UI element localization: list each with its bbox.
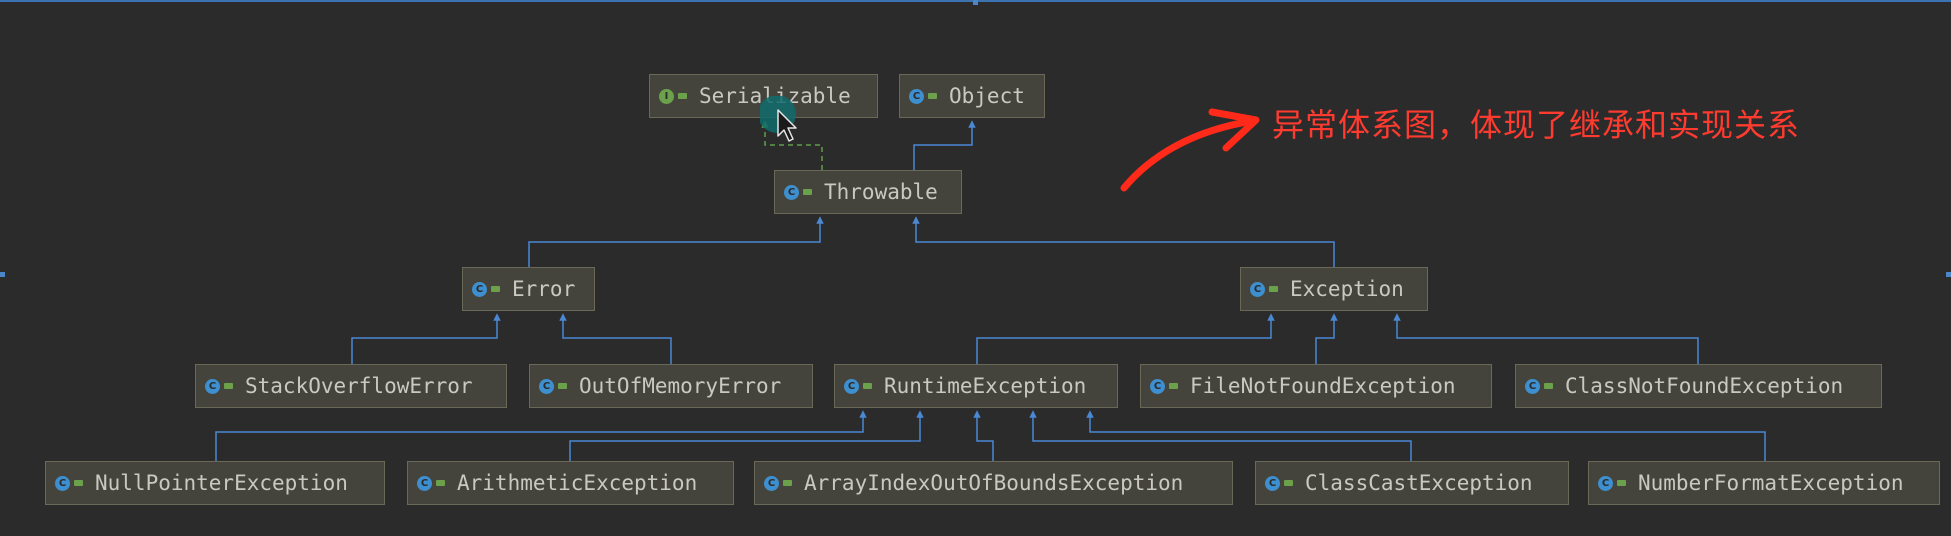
- edge-throwable-extends-object: [913, 120, 976, 170]
- edge-error-extends-throwable: [528, 216, 824, 267]
- pin-icon: [863, 383, 872, 389]
- class-icon: C: [1598, 475, 1613, 491]
- pin-icon: [1284, 480, 1293, 486]
- edge-arithmeticexception-extends-runtimeexception: [569, 410, 924, 461]
- class-icon: C: [1525, 378, 1540, 394]
- node-label: NumberFormatException: [1638, 471, 1904, 495]
- class-icon: C: [472, 281, 487, 297]
- node-error[interactable]: C Error: [462, 267, 595, 311]
- node-label: ClassNotFoundException: [1565, 374, 1844, 398]
- pin-icon: [74, 480, 83, 486]
- class-icon: C: [417, 475, 432, 491]
- annotation-text: 异常体系图，体现了继承和实现关系: [1272, 106, 1801, 144]
- edge-classnotfoundexception-extends-exception: [1393, 313, 1699, 364]
- node-file-not-found-exception[interactable]: C FileNotFoundException: [1140, 364, 1492, 408]
- class-icon: C: [1250, 281, 1265, 297]
- node-throwable[interactable]: C Throwable: [774, 170, 962, 214]
- pin-icon: [1169, 383, 1178, 389]
- edge-filenotfoundexception-extends-exception: [1315, 313, 1338, 364]
- node-out-of-memory-error[interactable]: C OutOfMemoryError: [529, 364, 813, 408]
- node-label: Exception: [1290, 277, 1404, 301]
- node-class-not-found-exception[interactable]: C ClassNotFoundException: [1515, 364, 1882, 408]
- class-icon: C: [55, 475, 70, 491]
- edge-outofmemoryerror-extends-error: [559, 313, 672, 364]
- pin-icon: [491, 286, 500, 292]
- pin-icon: [1544, 383, 1553, 389]
- node-label: NullPointerException: [95, 471, 348, 495]
- edge-runtimeexception-extends-exception: [976, 313, 1275, 364]
- diagram-canvas[interactable]: I Serializable C Object C Throwable C Er…: [0, 0, 1951, 536]
- node-null-pointer-exception[interactable]: C NullPointerException: [45, 461, 385, 505]
- class-icon: C: [764, 475, 779, 491]
- node-number-format-exception[interactable]: C NumberFormatException: [1588, 461, 1940, 505]
- node-exception[interactable]: C Exception: [1240, 267, 1428, 311]
- edge-nullpointerexception-extends-runtimeexception: [215, 410, 867, 461]
- node-label: Error: [512, 277, 576, 301]
- pin-icon: [783, 480, 792, 486]
- node-array-index-out-of-bounds-exception[interactable]: C ArrayIndexOutOfBoundsException: [754, 461, 1233, 505]
- edge-arrayindexoutofboundsexception-extends-runtimeexception: [973, 410, 994, 461]
- edge-exception-extends-throwable: [912, 216, 1335, 267]
- interface-icon: I: [659, 88, 674, 104]
- node-label: OutOfMemoryError: [579, 374, 782, 398]
- pin-icon: [928, 93, 937, 99]
- node-label: FileNotFoundException: [1190, 374, 1456, 398]
- class-icon: C: [539, 378, 554, 394]
- node-runtime-exception[interactable]: C RuntimeException: [834, 364, 1118, 408]
- class-icon: C: [205, 378, 220, 394]
- node-label: Throwable: [824, 180, 938, 204]
- pin-icon: [436, 480, 445, 486]
- node-object[interactable]: C Object: [899, 74, 1045, 118]
- pin-icon: [803, 189, 812, 195]
- pin-icon: [1269, 286, 1278, 292]
- class-icon: C: [1150, 378, 1165, 394]
- node-arithmetic-exception[interactable]: C ArithmeticException: [407, 461, 734, 505]
- node-label: StackOverflowError: [245, 374, 473, 398]
- annotation-arrow: [1120, 117, 1256, 192]
- pin-icon: [678, 93, 687, 99]
- node-class-cast-exception[interactable]: C ClassCastException: [1255, 461, 1569, 505]
- class-icon: C: [1265, 475, 1280, 491]
- edge-numberformatexception-extends-runtimeexception: [1086, 410, 1766, 461]
- mouse-cursor-icon: [760, 96, 797, 142]
- pin-icon: [224, 383, 233, 389]
- pin-icon: [558, 383, 567, 389]
- class-icon: C: [784, 184, 799, 200]
- pin-icon: [1617, 480, 1626, 486]
- class-icon: C: [909, 88, 924, 104]
- node-label: ArrayIndexOutOfBoundsException: [804, 471, 1184, 495]
- node-stack-overflow-error[interactable]: C StackOverflowError: [195, 364, 507, 408]
- node-label: ClassCastException: [1305, 471, 1533, 495]
- class-icon: C: [844, 378, 859, 394]
- node-label: ArithmeticException: [457, 471, 698, 495]
- node-label: RuntimeException: [884, 374, 1087, 398]
- edge-stackoverflowerror-extends-error: [351, 313, 501, 364]
- node-label: Object: [949, 84, 1025, 108]
